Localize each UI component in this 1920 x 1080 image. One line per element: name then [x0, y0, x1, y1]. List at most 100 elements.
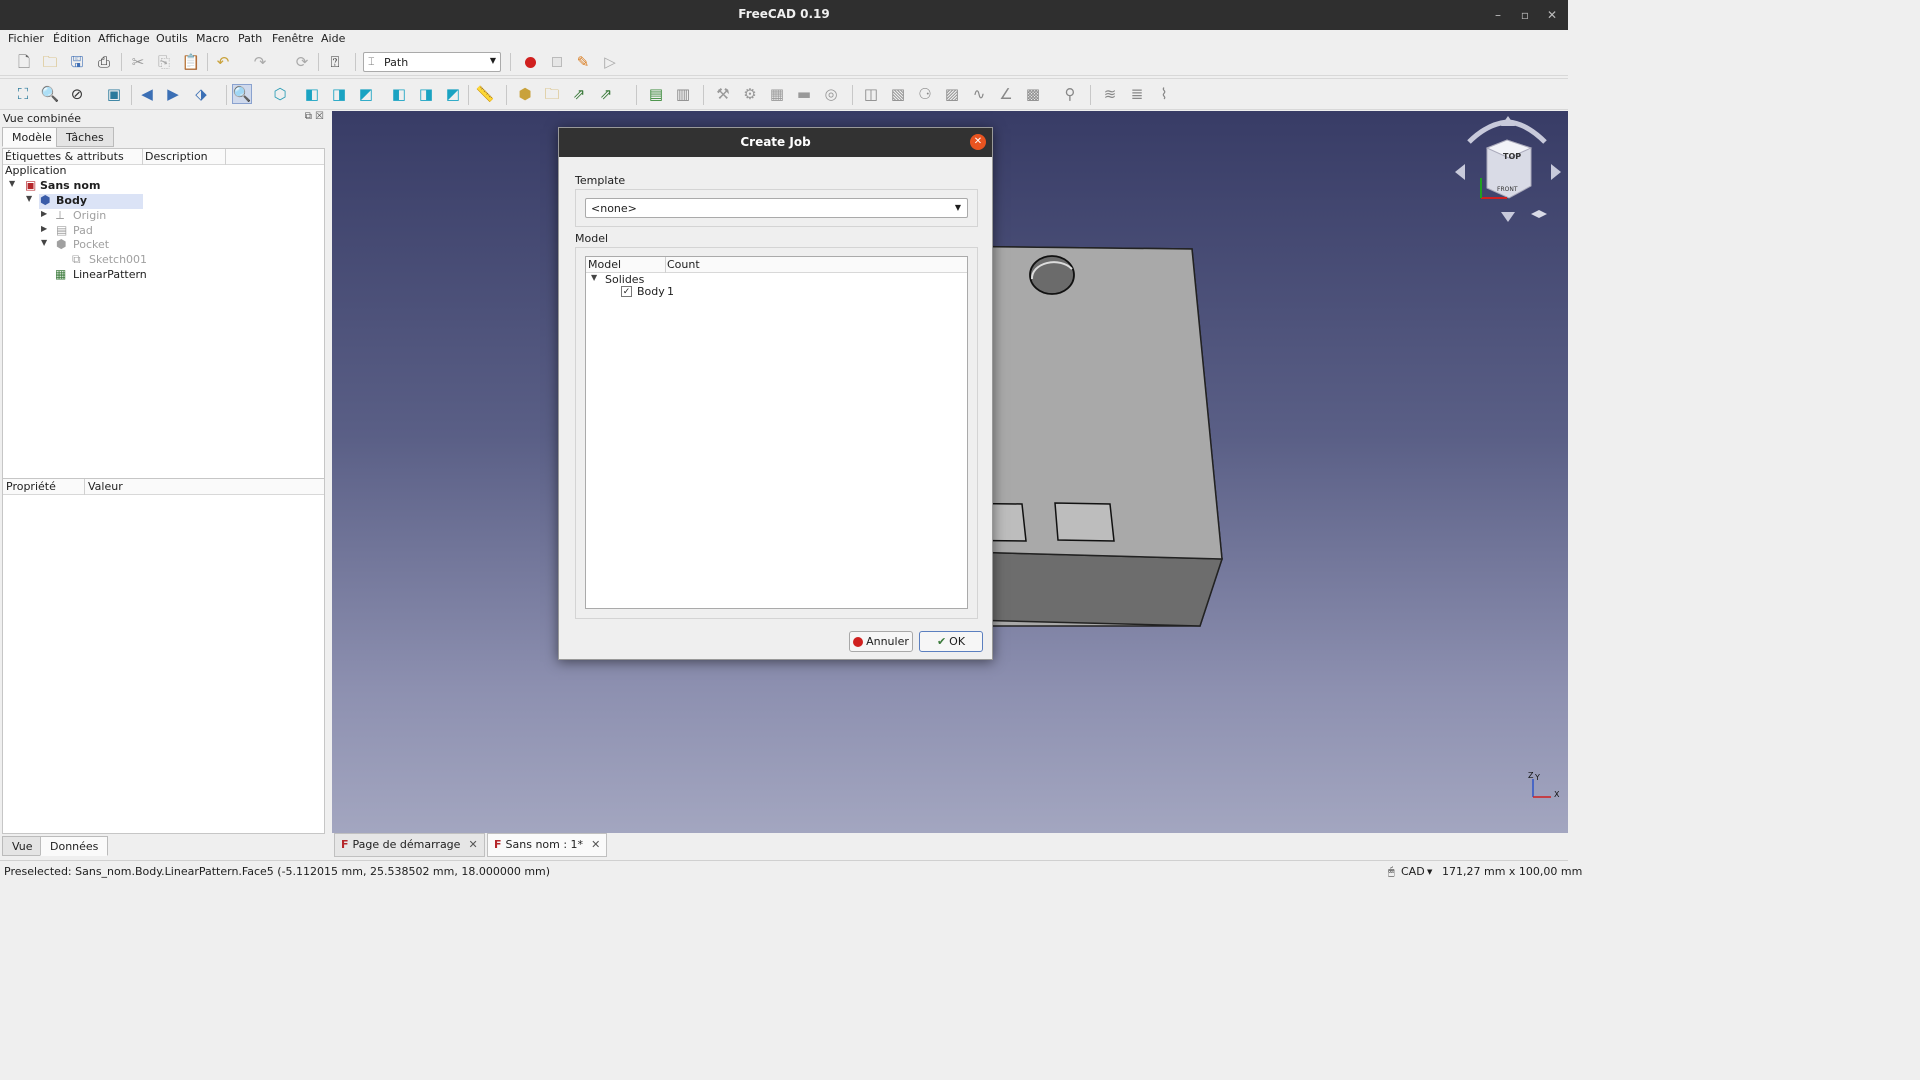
chevron-down-icon[interactable]: ▼ [1427, 868, 1432, 876]
redo-icon[interactable]: ↷ [250, 52, 270, 72]
fit-selection-icon[interactable]: 🔍 [40, 84, 60, 104]
toolbit-icon[interactable]: ⚒ [713, 84, 733, 104]
print-icon[interactable]: ⎙ [94, 52, 114, 72]
stop-macro-icon[interactable] [547, 52, 567, 72]
template-combobox[interactable]: <none> ▼ [585, 198, 968, 218]
menu-fenetre[interactable]: Fenêtre [272, 32, 314, 45]
isometric-view-icon[interactable]: ⬡ [270, 84, 290, 104]
cancel-button[interactable]: Annuler [849, 631, 913, 652]
pocket-op-icon[interactable]: ▧ [888, 84, 908, 104]
run-macro-icon[interactable]: ▷ [600, 52, 620, 72]
menu-aide[interactable]: Aide [321, 32, 345, 45]
post-process-icon[interactable]: ▥ [673, 84, 693, 104]
rear-view-icon[interactable]: ◧ [389, 84, 409, 104]
menu-path[interactable]: Path [238, 32, 262, 45]
new-file-icon[interactable]: 🗋 [14, 52, 34, 72]
property-header-value[interactable]: Valeur [88, 480, 123, 493]
tab-taches[interactable]: Tâches [56, 127, 114, 147]
face-op-icon[interactable]: ▨ [942, 84, 962, 104]
close-tab-icon[interactable]: ✕ [468, 838, 477, 851]
tree-item-linear-pattern[interactable]: ▦ LinearPattern [3, 267, 203, 283]
expand-arrow-icon[interactable]: ▼ [41, 238, 47, 247]
record-macro-icon[interactable] [520, 52, 540, 72]
tab-vue[interactable]: Vue [2, 836, 43, 856]
menu-macro[interactable]: Macro [196, 32, 229, 45]
menu-affichage[interactable]: Affichage [98, 32, 150, 45]
tree-header-labels[interactable]: Étiquettes & attributs [5, 150, 124, 163]
path-job-icon[interactable]: ▤ [646, 84, 666, 104]
profile-icon[interactable]: ◫ [861, 84, 881, 104]
front-view-icon[interactable]: ◧ [302, 84, 322, 104]
tab-page-de-demarrage[interactable]: F Page de démarrage ✕ [334, 833, 485, 857]
undo-icon[interactable]: ↶ [213, 52, 233, 72]
tree-item-sketch[interactable]: ⧉ Sketch001 [3, 252, 203, 268]
navigation-style[interactable]: CAD [1401, 865, 1425, 878]
right-view-icon[interactable]: ◩ [356, 84, 376, 104]
std-views-icon[interactable]: 🔍 [232, 84, 252, 104]
link-actions-icon[interactable]: ⇗ [596, 84, 616, 104]
tab-modele[interactable]: Modèle [2, 127, 62, 147]
left-view-icon[interactable]: ◩ [443, 84, 463, 104]
tree-item-pocket[interactable]: ▼ ⬢ Pocket [3, 237, 203, 253]
body-checkbox[interactable]: ✓ [621, 286, 632, 297]
tree-item-body[interactable]: ▼ ⬢ Body [26, 193, 143, 209]
maximize-button[interactable]: ▫ [1516, 6, 1534, 24]
measure-icon[interactable]: 📏 [475, 84, 495, 104]
forward-icon[interactable]: ▶ [163, 84, 183, 104]
tool-controller-icon[interactable]: ⚙ [740, 84, 760, 104]
model-header-count[interactable]: Count [667, 258, 700, 271]
simulator-icon[interactable]: ◎ [821, 84, 841, 104]
fit-all-icon[interactable]: ⛶ [13, 84, 33, 104]
collapsed-arrow-icon[interactable]: ▶ [41, 209, 47, 218]
tree-item-pad[interactable]: ▶ ▤ Pad [3, 223, 203, 239]
open-file-icon[interactable]: 🗀 [40, 52, 60, 72]
navigation-cube[interactable]: TOP FRONT [1447, 114, 1567, 224]
refresh-icon[interactable]: ⟳ [292, 52, 312, 72]
ok-button[interactable]: ✔ OK [919, 631, 983, 652]
cut-icon[interactable]: ✂ [128, 52, 148, 72]
close-window-button[interactable]: ✕ [1543, 6, 1561, 24]
tool-table-icon[interactable]: ▦ [767, 84, 787, 104]
panel-float-close-icons[interactable]: ⧉ ☒ [305, 111, 324, 122]
slot-icon[interactable]: ⌇ [1154, 84, 1174, 104]
link-icon[interactable]: ⬗ [191, 84, 211, 104]
save-icon[interactable]: 🖫 [67, 52, 87, 72]
tree-item-origin[interactable]: ▶ ⟂ Origin [3, 208, 203, 224]
drilling-icon[interactable]: ⚆ [915, 84, 935, 104]
tab-sans-nom[interactable]: F Sans nom : 1* ✕ [487, 833, 608, 857]
bottom-view-icon[interactable]: ◨ [416, 84, 436, 104]
menu-edition[interactable]: Édition [53, 32, 91, 45]
group-icon[interactable]: 🗀 [542, 84, 562, 104]
close-tab-icon[interactable]: ✕ [591, 838, 600, 851]
model-header-model[interactable]: Model [588, 258, 621, 271]
menu-fichier[interactable]: Fichier [8, 32, 44, 45]
bounding-box-icon[interactable]: ▣ [104, 84, 124, 104]
tree-item-document[interactable]: ▼ ▣ Sans nom [3, 178, 303, 194]
helix-icon[interactable]: ∿ [969, 84, 989, 104]
body-item-count[interactable]: 1 [667, 285, 674, 298]
stock-icon[interactable]: ▬ [794, 84, 814, 104]
engrave-icon[interactable]: ∠ [996, 84, 1016, 104]
workbench-selector[interactable]: ⌶ Path ▼ [363, 52, 501, 72]
back-icon[interactable]: ◀ [137, 84, 157, 104]
minimize-button[interactable]: – [1489, 6, 1507, 24]
waterline-icon[interactable]: ≋ [1100, 84, 1120, 104]
expand-arrow-icon[interactable]: ▼ [26, 194, 32, 203]
draw-style-icon[interactable]: ⊘ [67, 84, 87, 104]
tree-header-description[interactable]: Description [145, 150, 208, 163]
make-link-icon[interactable]: ⇗ [569, 84, 589, 104]
menu-outils[interactable]: Outils [156, 32, 188, 45]
copy-icon[interactable]: ⎘ [154, 52, 174, 72]
edit-macro-icon[interactable]: ✎ [573, 52, 593, 72]
tab-donnees[interactable]: Données [40, 836, 109, 856]
expand-arrow-icon[interactable]: ▼ [9, 179, 15, 188]
top-view-icon[interactable]: ◨ [329, 84, 349, 104]
property-header-name[interactable]: Propriété [6, 480, 56, 493]
dressup-icon[interactable]: ⚲ [1060, 84, 1080, 104]
dialog-close-button[interactable]: ✕ [970, 134, 986, 150]
whats-this-icon[interactable]: ⍰ [325, 52, 345, 72]
part-icon[interactable]: ⬢ [515, 84, 535, 104]
surface-icon[interactable]: ≣ [1127, 84, 1147, 104]
paste-icon[interactable]: 📋 [181, 52, 201, 72]
model-item-body[interactable]: ✓ Body 1 [586, 285, 786, 300]
